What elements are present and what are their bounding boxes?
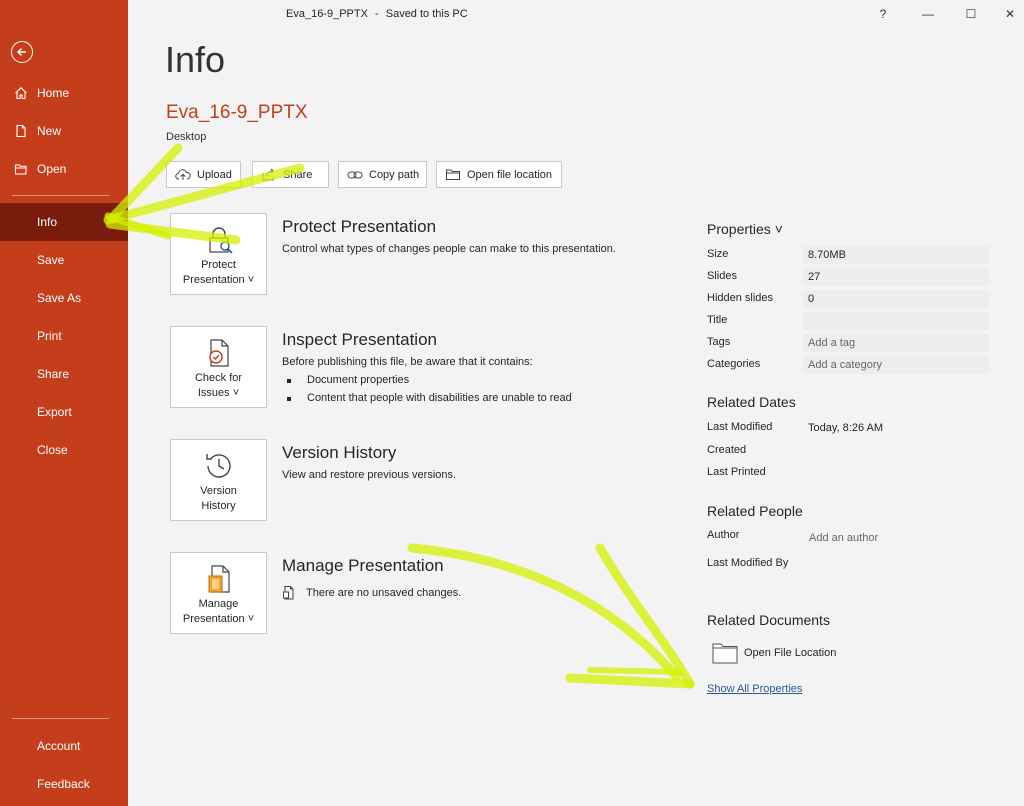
related-people-header: Related People	[707, 503, 803, 519]
add-category-placeholder[interactable]: Add a category	[808, 359, 882, 371]
cloud-upload-icon	[175, 168, 191, 182]
file-name: Eva_16-9_PPTX	[166, 102, 308, 123]
document-icon	[282, 585, 296, 600]
window-title: Eva_16-9_PPTX - Saved to this PC	[286, 8, 468, 20]
sidebar-item-new[interactable]: New	[0, 112, 128, 150]
sidebar-divider	[12, 718, 109, 719]
property-label: Title	[707, 314, 728, 326]
upload-button[interactable]: Upload	[166, 161, 241, 188]
sidebar-item-account[interactable]: Account	[0, 727, 128, 765]
add-tag-placeholder[interactable]: Add a tag	[808, 337, 855, 349]
sidebar-divider	[12, 195, 109, 196]
property-label: Last Modified By	[707, 557, 789, 569]
properties-dropdown[interactable]: Properties ˅	[707, 221, 783, 237]
page-title: Info	[165, 39, 226, 80]
property-label: Created	[707, 444, 747, 456]
sidebar-item-save[interactable]: Save	[0, 241, 128, 279]
back-arrow-icon[interactable]	[11, 41, 33, 63]
property-value-size: 8.70MB	[808, 249, 846, 261]
home-icon	[14, 86, 28, 100]
inspect-presentation-title: Inspect Presentation	[282, 330, 437, 349]
manage-presentation-desc: There are no unsaved changes.	[282, 585, 461, 600]
sidebar-item-export[interactable]: Export	[0, 393, 128, 431]
title-field[interactable]	[803, 312, 989, 330]
property-label: Hidden slides	[707, 292, 774, 304]
folder-icon	[712, 642, 738, 664]
property-label: Author	[707, 529, 740, 541]
open-file-location-button[interactable]: Open file location	[436, 161, 562, 188]
help-button[interactable]: ?	[873, 4, 893, 24]
share-button[interactable]: Share	[252, 161, 329, 188]
list-item: Content that people with disabilities ar…	[287, 392, 572, 404]
share-icon	[261, 168, 277, 182]
maximize-button[interactable]: ☐	[961, 4, 981, 24]
sidebar-item-info[interactable]: Info	[0, 203, 128, 241]
add-author-placeholder[interactable]: Add an author	[809, 532, 878, 544]
sidebar-item-save-as[interactable]: Save As	[0, 279, 128, 317]
sidebar-item-share[interactable]: Share	[0, 355, 128, 393]
protect-presentation-title: Protect Presentation	[282, 217, 437, 236]
manage-document-icon	[203, 563, 235, 595]
sidebar-item-close[interactable]: Close	[0, 431, 128, 469]
protect-presentation-button[interactable]: Protect Presentation ˅	[170, 213, 267, 295]
property-value-hidden-slides: 0	[808, 293, 815, 305]
show-all-properties-link[interactable]: Show All Properties	[707, 683, 802, 695]
property-label: Slides	[707, 270, 737, 282]
copy-path-button[interactable]: Copy path	[338, 161, 427, 188]
last-modified-value: Today, 8:26 AM	[808, 422, 884, 434]
minimize-button[interactable]: —	[918, 4, 938, 24]
sidebar-item-print[interactable]: Print	[0, 317, 128, 355]
folder-open-icon	[14, 162, 28, 176]
property-label: Last Printed	[707, 466, 766, 478]
list-item: Document properties	[287, 374, 409, 386]
clock-history-icon	[203, 450, 235, 482]
file-location: Desktop	[166, 131, 207, 143]
inspect-document-icon	[203, 337, 235, 369]
property-label: Categories	[707, 358, 761, 370]
inspect-presentation-desc: Before publishing this file, be aware th…	[282, 356, 533, 368]
property-label: Size	[707, 248, 729, 260]
lock-key-icon	[203, 224, 235, 256]
folder-icon	[445, 168, 461, 182]
close-window-button[interactable]: ✕	[1000, 4, 1020, 24]
property-label: Tags	[707, 336, 731, 348]
link-icon	[347, 168, 363, 182]
version-history-desc: View and restore previous versions.	[282, 469, 457, 481]
sidebar-item-open[interactable]: Open	[0, 150, 128, 188]
protect-presentation-desc: Control what types of changes people can…	[282, 243, 616, 255]
version-history-button[interactable]: Version History	[170, 439, 267, 521]
new-document-icon	[14, 124, 28, 138]
related-documents-header: Related Documents	[707, 612, 830, 628]
backstage-sidebar: Home New Open Info Save Save As Print Sh…	[0, 0, 128, 806]
manage-presentation-button[interactable]: Manage Presentation ˅	[170, 552, 267, 634]
property-field-bg	[803, 268, 989, 286]
property-label: Last Modified	[707, 421, 773, 433]
sidebar-item-home[interactable]: Home	[0, 74, 128, 112]
property-value-slides: 27	[808, 271, 821, 283]
sidebar-item-feedback[interactable]: Feedback	[0, 765, 128, 803]
related-dates-header: Related Dates	[707, 394, 796, 410]
version-history-title: Version History	[282, 443, 397, 462]
manage-presentation-title: Manage Presentation	[282, 556, 444, 575]
check-for-issues-button[interactable]: Check for Issues ˅	[170, 326, 267, 408]
property-field-bg	[803, 290, 989, 308]
open-file-location-link[interactable]: Open File Location	[712, 642, 836, 664]
